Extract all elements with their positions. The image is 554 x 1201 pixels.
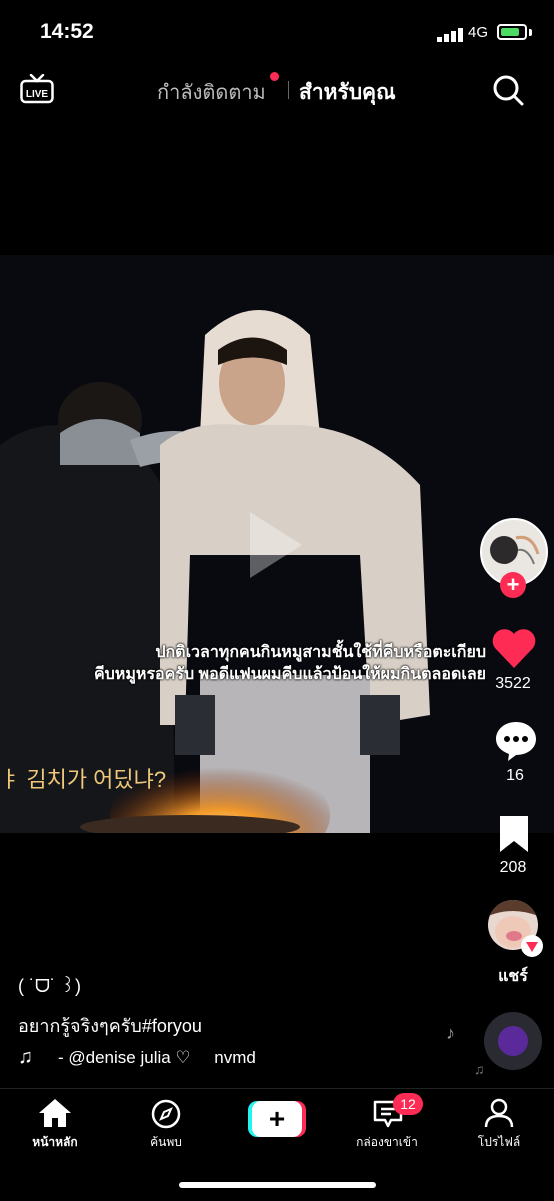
comments-count: 16: [506, 767, 524, 784]
compass-icon[interactable]: [150, 1098, 182, 1130]
home-icon[interactable]: [38, 1098, 72, 1128]
caption-emoticon: ( ˙ᗜ˙ ꒱): [18, 976, 81, 996]
bookmark-icon[interactable]: [498, 814, 530, 854]
nav-profile-label[interactable]: โปรไฟล์: [454, 1133, 544, 1152]
saves-count: 208: [499, 859, 527, 876]
battery-icon: [497, 24, 527, 40]
profile-icon[interactable]: [484, 1097, 514, 1129]
music-note-icon: ♫: [18, 1046, 33, 1068]
live-icon[interactable]: LIVE: [20, 74, 54, 104]
comment-icon[interactable]: [494, 720, 538, 762]
inbox-badge: 12: [393, 1093, 423, 1115]
tab-following[interactable]: กำลังติดตาม: [157, 76, 266, 108]
battery-tip: [529, 29, 532, 36]
search-icon[interactable]: [492, 74, 524, 106]
plus-icon: +: [252, 1101, 302, 1137]
nav-discover-label[interactable]: ค้นพบ: [121, 1133, 211, 1152]
video-subtitle-line2: คีบหมูหรอครับ พอดีแฟนผมคีบแล้วป้อนให้ผมก…: [93, 666, 486, 683]
share-label: แชร์: [498, 968, 528, 985]
tab-divider: [288, 81, 289, 99]
signal-icon: [437, 28, 463, 42]
nav-home-label[interactable]: หน้าหลัก: [10, 1133, 100, 1152]
likes-count: 3522: [495, 675, 531, 692]
music-title[interactable]: - @denise julia ♡ nvmd: [58, 1048, 256, 1068]
create-button[interactable]: +: [248, 1101, 306, 1137]
nav-inbox-label[interactable]: กล่องขาเข้า: [342, 1133, 432, 1152]
music-disc[interactable]: [484, 1012, 542, 1070]
network-label: 4G: [468, 24, 489, 41]
tab-foryou[interactable]: สำหรับคุณ: [299, 76, 396, 109]
play-icon[interactable]: [250, 512, 302, 578]
notification-dot: [270, 72, 279, 81]
share-arrow-icon[interactable]: [520, 934, 544, 958]
status-time: 14:52: [40, 20, 94, 43]
heart-icon[interactable]: [490, 626, 538, 670]
floating-note-small-icon: ♫: [474, 1061, 485, 1077]
floating-note-icon: ♪: [446, 1023, 455, 1043]
caption-text[interactable]: อยากรู้จริงๆครับ#foryou: [18, 1011, 202, 1040]
home-indicator: [179, 1182, 376, 1188]
korean-caption: ㅑ 김치가 어딨냐?: [0, 767, 167, 792]
follow-plus-button[interactable]: +: [500, 572, 526, 598]
svg-text:LIVE: LIVE: [26, 89, 49, 100]
